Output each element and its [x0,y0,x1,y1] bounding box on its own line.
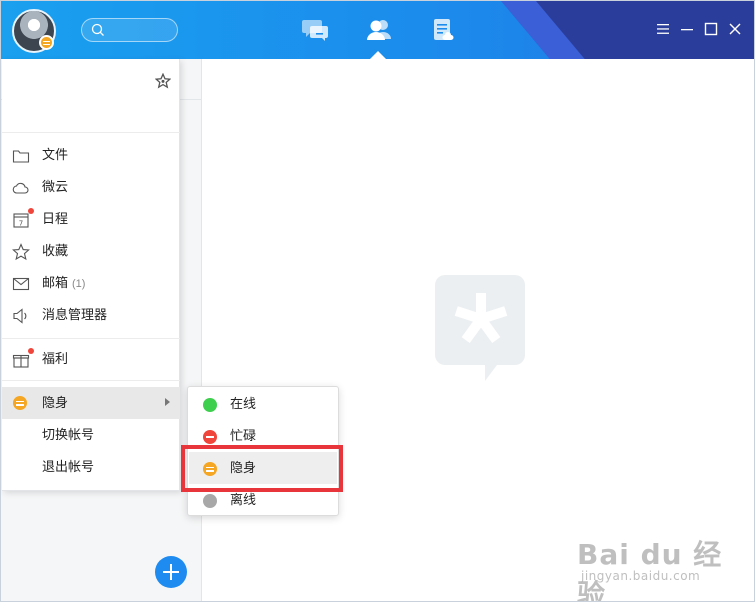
close-icon[interactable] [727,21,743,37]
menu-item-label: 切换帐号 [42,427,95,442]
menu-item-logout[interactable]: 退出帐号 [2,451,180,483]
menu-item-schedule[interactable]: 7 日程 [2,203,180,235]
contacts-icon [367,20,391,40]
calendar-day: 7 [19,220,23,228]
notification-badge [28,348,34,354]
gift-icon [12,354,30,368]
menu-item-label: 消息管理器 [42,307,108,322]
invisible-status-icon[interactable] [39,35,54,50]
document-icon [434,19,454,40]
status-label: 忙碌 [230,428,257,443]
status-item-online[interactable]: 在线 [189,388,337,420]
qq-main-window: 文件 微云 7 日程 收藏 邮箱 (1) 消息管理器 福利 隐身 切换帐号 退出… [0,0,755,602]
qq-placeholder-logo-icon [435,275,525,381]
busy-status-icon [203,430,217,444]
menu-separator [2,338,180,339]
tab-contacts[interactable] [362,15,396,45]
title-bar [1,1,754,59]
search-icon [91,23,104,36]
add-button[interactable] [155,556,187,588]
cloud-icon [12,182,29,194]
menu-icon[interactable] [655,21,671,37]
mail-count: (1) [72,278,86,290]
baidu-jingyan-watermark: Bai du 经验 jingyan.baidu.com [571,531,751,601]
star-outline-icon [12,243,30,261]
notification-badge [28,208,34,214]
menu-item-label: 收藏 [42,243,69,258]
invisible-status-icon [13,396,27,410]
star-pin-icon[interactable] [155,73,171,89]
annotation-highlight-box [181,445,343,492]
menu-separator [2,132,180,133]
tab-messages[interactable] [299,15,333,45]
menu-item-favorites[interactable]: 收藏 [2,235,180,267]
menu-item-weiyun[interactable]: 微云 [2,171,180,203]
menu-item-welfare[interactable]: 福利 [2,343,180,375]
maximize-icon[interactable] [703,21,719,37]
speaker-icon [13,308,27,324]
minimize-icon[interactable] [679,21,695,37]
menu-item-label: 福利 [42,351,69,366]
mail-icon [12,277,30,291]
chat-bubble-icon [302,20,328,41]
menu-item-msg-manager[interactable]: 消息管理器 [2,299,180,331]
menu-item-status[interactable]: 隐身 [2,387,180,419]
menu-item-mailbox[interactable]: 邮箱 (1) [2,267,180,299]
search-input[interactable] [81,18,178,42]
menu-item-label: 邮箱 (1) [42,275,86,290]
watermark-url-text: jingyan.baidu.com [581,569,701,583]
menu-item-label: 退出帐号 [42,459,95,474]
submenu-arrow-icon [165,398,170,406]
offline-status-icon [203,494,217,508]
tab-space[interactable] [426,15,460,45]
menu-item-label: 微云 [42,179,69,194]
active-tab-indicator [370,51,386,59]
menu-item-switch-account[interactable]: 切换帐号 [2,419,180,451]
watermark-main-text: Bai du 经验 [577,538,723,602]
menu-item-label: 日程 [42,211,69,226]
menu-item-label: 文件 [42,147,69,162]
menu-item-label: 隐身 [42,395,69,410]
main-menu: 文件 微云 7 日程 收藏 邮箱 (1) 消息管理器 福利 隐身 切换帐号 退出… [2,59,180,491]
menu-separator [2,380,180,381]
menu-item-files[interactable]: 文件 [2,139,180,171]
folder-icon [12,150,30,163]
status-label: 在线 [230,396,257,411]
calendar-icon: 7 [13,213,29,228]
online-status-icon [203,398,217,412]
status-label: 离线 [230,492,257,507]
